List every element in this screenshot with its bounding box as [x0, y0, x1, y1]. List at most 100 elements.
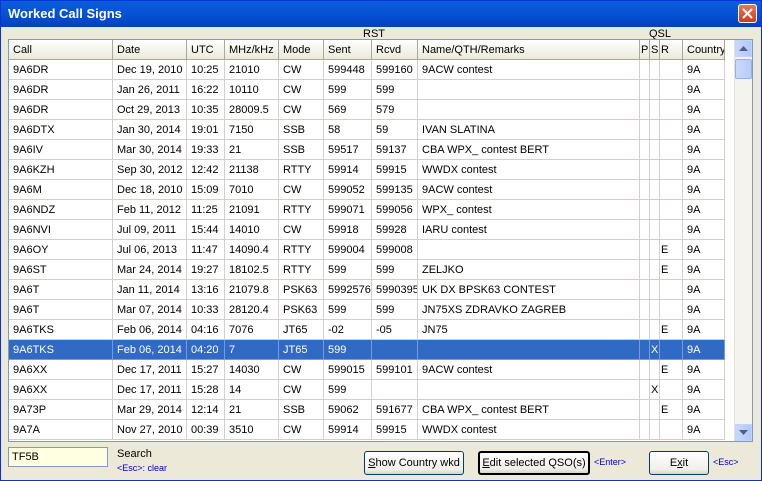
cell-qsl-r [660, 280, 683, 300]
column-header-freq[interactable]: MHz/kHz [225, 40, 279, 60]
cell-qsl-s [650, 280, 660, 300]
table-row[interactable]: 9A6T Mar 07, 2014 10:33 28120.4 PSK63 599 599 J… [9, 300, 736, 320]
table-row[interactable]: 9A6ST Mar 24, 2014 19:27 18102.5 RTTY 599 599 Z… [9, 260, 736, 280]
search-input[interactable] [8, 447, 108, 467]
table-row[interactable]: 9A6DR Jan 26, 2011 16:22 10110 CW 599 599 9A [9, 80, 736, 100]
edit-selected-qso-button[interactable]: Edit selected QSO(s) [478, 451, 590, 475]
cell-qsl-s [650, 220, 660, 240]
cell-qsl-p [640, 80, 650, 100]
cell-country: 9A [683, 60, 725, 80]
column-header-country[interactable]: Country [683, 40, 725, 60]
column-header-remarks[interactable]: Name/QTH/Remarks [418, 40, 640, 60]
cell-qsl-p [640, 340, 650, 360]
cell-call: 9A6M [9, 180, 113, 200]
cell-call: 9A6ST [9, 260, 113, 280]
cell-date: Mar 07, 2014 [113, 300, 187, 320]
table-row[interactable]: 9A6DR Oct 29, 2013 10:35 28009.5 CW 569 579 9A [9, 100, 736, 120]
cell-sent: 599015 [324, 360, 372, 380]
table-row[interactable]: 9A73P Mar 29, 2014 12:14 21 SSB 59062 591677 CB… [9, 400, 736, 420]
column-header-qsl-s[interactable]: S [650, 40, 660, 60]
cell-qsl-r [660, 300, 683, 320]
column-header-sent[interactable]: Sent [324, 40, 372, 60]
table-row-selected[interactable]: 9A6TKS Feb 06, 2014 04:20 7 JT65 599 X 9A [9, 340, 736, 360]
cell-country: 9A [683, 220, 725, 240]
show-country-wkd-button[interactable]: Show Country wkd [364, 451, 464, 475]
cell-freq: 14010 [225, 220, 279, 240]
cell-call: 9A6TKS [9, 340, 113, 360]
close-button[interactable] [738, 4, 757, 23]
scroll-thumb[interactable] [735, 59, 752, 79]
cell-call: 9A6DTX [9, 120, 113, 140]
cell-sent: 599 [324, 80, 372, 100]
cell-sent: 59062 [324, 400, 372, 420]
column-header-rcvd[interactable]: Rcvd [372, 40, 418, 60]
cell-qsl-p [640, 400, 650, 420]
cell-date: Dec 19, 2010 [113, 60, 187, 80]
cell-utc: 10:35 [187, 100, 225, 120]
cell-freq: 21138 [225, 160, 279, 180]
cell-freq: 21091 [225, 200, 279, 220]
call-signs-grid[interactable]: Call Date UTC MHz/kHz Mode Sent Rcvd Name/QTH/R… [8, 39, 753, 442]
column-header-qsl-p[interactable]: P [640, 40, 650, 60]
cell-remarks: WWDX contest [418, 160, 640, 180]
table-row[interactable]: 9A6NDZ Feb 11, 2012 11:25 21091 RTTY 599071 59… [9, 200, 736, 220]
cell-qsl-p [640, 360, 650, 380]
cell-mode: CW [279, 380, 324, 400]
table-row[interactable]: 9A6DR Dec 19, 2010 10:25 21010 CW 599448 59916… [9, 60, 736, 80]
table-row[interactable]: 9A6DTX Jan 30, 2014 19:01 7150 SSB 58 59 IVAN S… [9, 120, 736, 140]
cell-qsl-s [650, 80, 660, 100]
show-country-wkd-label: Show Country wkd [368, 457, 460, 469]
table-row[interactable]: 9A6OY Jul 06, 2013 11:47 14090.4 RTTY 599004 5… [9, 240, 736, 260]
exit-button[interactable]: Exit [649, 451, 709, 475]
cell-rcvd [372, 340, 418, 360]
cell-mode: CW [279, 80, 324, 100]
cell-qsl-s [650, 120, 660, 140]
cell-country: 9A [683, 420, 725, 440]
cell-qsl-p [640, 180, 650, 200]
cell-remarks: 9ACW contest [418, 180, 640, 200]
cell-remarks: JN75 [418, 320, 640, 340]
cell-rcvd: 599 [372, 300, 418, 320]
cell-country: 9A [683, 100, 725, 120]
table-row[interactable]: 9A6XX Dec 17, 2011 15:27 14030 CW 599015 59910… [9, 360, 736, 380]
cell-mode: RTTY [279, 240, 324, 260]
column-header-call[interactable]: Call [9, 40, 113, 60]
column-header-qsl-r[interactable]: R [660, 40, 683, 60]
cell-freq: 14 [225, 380, 279, 400]
cell-qsl-r [660, 380, 683, 400]
table-row[interactable]: 9A6TKS Feb 06, 2014 04:16 7076 JT65 -02 -05 JN7… [9, 320, 736, 340]
title-bar[interactable]: Worked Call Signs [1, 1, 761, 27]
cell-mode: CW [279, 100, 324, 120]
table-row[interactable]: 9A6T Jan 11, 2014 13:16 21079.8 PSK63 5992576… [9, 280, 736, 300]
cell-qsl-s [650, 400, 660, 420]
table-row[interactable]: 9A7A Nov 27, 2010 00:39 3510 CW 59914 59915 WWD… [9, 420, 736, 440]
cell-qsl-p [640, 240, 650, 260]
cell-freq: 14030 [225, 360, 279, 380]
table-row[interactable]: 9A6IV Mar 30, 2014 19:33 21 SSB 59517 59137 CBA… [9, 140, 736, 160]
cell-sent: 59918 [324, 220, 372, 240]
cell-utc: 15:28 [187, 380, 225, 400]
cell-call: 9A6TKS [9, 320, 113, 340]
table-row[interactable]: 9A6NVI Jul 09, 2011 15:44 14010 CW 59918 59928… [9, 220, 736, 240]
cell-rcvd: 579 [372, 100, 418, 120]
cell-qsl-p [640, 380, 650, 400]
cell-remarks [418, 100, 640, 120]
scroll-down-button[interactable] [735, 424, 752, 441]
scroll-up-button[interactable] [735, 40, 752, 57]
cell-call: 9A6OY [9, 240, 113, 260]
cell-call: 9A7A [9, 420, 113, 440]
column-header-date[interactable]: Date [113, 40, 187, 60]
cell-country: 9A [683, 200, 725, 220]
column-header-utc[interactable]: UTC [187, 40, 225, 60]
cell-qsl-r: E [660, 320, 683, 340]
column-header-mode[interactable]: Mode [279, 40, 324, 60]
table-row[interactable]: 9A6KZH Sep 30, 2012 12:42 21138 RTTY 59914 599… [9, 160, 736, 180]
cell-utc: 13:16 [187, 280, 225, 300]
cell-mode: PSK63 [279, 280, 324, 300]
cell-freq: 21 [225, 140, 279, 160]
cell-qsl-r [660, 120, 683, 140]
vertical-scrollbar[interactable] [734, 40, 752, 441]
table-row[interactable]: 9A6XX Dec 17, 2011 15:28 14 CW 599 X 9A [9, 380, 736, 400]
table-row[interactable]: 9A6M Dec 18, 2010 15:09 7010 CW 599052 599135 9… [9, 180, 736, 200]
cell-sent: 599448 [324, 60, 372, 80]
